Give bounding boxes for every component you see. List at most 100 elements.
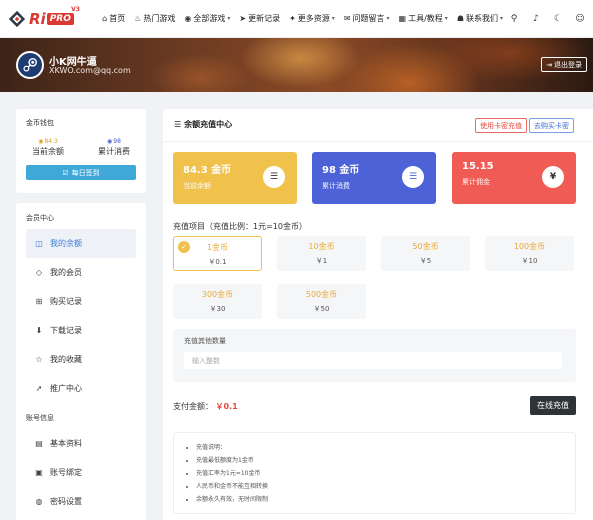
coins-icon: ☰: [174, 120, 182, 129]
yen-icon: ¥: [542, 166, 564, 188]
nav-item[interactable]: ✉ 问题留言 ▾: [344, 13, 390, 24]
wallet-title: 金币钱包: [26, 119, 54, 127]
recharge-option[interactable]: 50金币 ￥5: [381, 236, 470, 271]
coin-icon: ◉: [107, 138, 113, 145]
nav-item[interactable]: ◉ 全部游戏 ▾: [184, 13, 230, 24]
spent-card: 98 金币 累计消费 ☰: [312, 152, 436, 204]
note-item: 余额永久有效，无时间限制: [196, 493, 563, 506]
fire-icon: ♨: [134, 14, 142, 23]
custom-amount-label: 充值其他数量: [184, 337, 226, 345]
custom-amount-input[interactable]: [184, 352, 562, 369]
custom-amount-box: 充值其他数量: [173, 329, 576, 382]
logo-mark-icon: [8, 10, 26, 27]
recharge-panel: ☰ 余额充值中心 使用卡密充值 去购买卡密 84.3 金币 当前余额 ☰ 98 …: [163, 109, 593, 520]
account-info-title: 账号信息: [26, 414, 54, 422]
wallet-balance: ◉ 84.3 当前余额: [32, 138, 64, 156]
tools-icon: ▦: [398, 14, 407, 23]
gamepad-icon: ◉: [184, 14, 192, 23]
lock-icon: ◍: [35, 497, 43, 506]
buy-card-code-button[interactable]: 去购买卡密: [529, 118, 574, 133]
note-item: 充值汇率为1元=10金币: [196, 467, 563, 480]
sidebar-item[interactable]: ☆ 我的收藏: [26, 345, 136, 374]
recharge-option[interactable]: 300金币 ￥30: [173, 284, 262, 319]
coins-icon: ☰: [263, 166, 285, 188]
contact-icon: ☗: [456, 14, 464, 23]
wallet-spent: ◉ 98 累计消费: [98, 138, 130, 156]
sidebar-item[interactable]: ◍ 密码设置: [26, 487, 136, 516]
send-icon: ➤: [239, 14, 247, 23]
sidebar-item[interactable]: ▣ 账号绑定: [26, 458, 136, 487]
moon-icon[interactable]: ☾: [553, 14, 563, 24]
chevron-down-icon: ▾: [499, 15, 503, 22]
sidebar-item[interactable]: ⊞ 购买记录: [26, 287, 136, 316]
recharge-option[interactable]: 500金币 ￥50: [277, 284, 366, 319]
sidebar-item[interactable]: ◇ 我的会员: [26, 258, 136, 287]
divider: [163, 141, 593, 142]
steam-avatar-icon: [23, 57, 38, 72]
home-icon: ⌂: [102, 14, 108, 23]
balance-card: 84.3 金币 当前余额 ☰: [173, 152, 297, 204]
user-icon[interactable]: ☺: [575, 14, 585, 24]
member-center-title: 会员中心: [26, 214, 54, 222]
logout-icon: ⇥: [546, 60, 552, 69]
avatar[interactable]: [16, 51, 44, 79]
coins-icon: ☰: [402, 166, 424, 188]
nav-item[interactable]: ☗ 联系我们 ▾: [457, 13, 503, 24]
chevron-down-icon: ▾: [331, 15, 335, 22]
sidebar-item[interactable]: ▤ 基本资料: [26, 429, 136, 458]
nav-item[interactable]: ♨ 热门游戏: [134, 13, 175, 24]
logo-badge: PRO V3: [46, 5, 81, 25]
recharge-option[interactable]: 10金币 ￥1: [277, 236, 366, 271]
nav-item[interactable]: ⌂ 首页: [102, 13, 125, 24]
note-item: 人民币和金币不能互相转换: [196, 480, 563, 493]
chevron-down-icon: ▾: [227, 15, 231, 22]
message-icon: ✉: [343, 14, 351, 23]
nav-item[interactable]: ▦ 工具/教程 ▾: [399, 13, 448, 24]
note-item: 充值最低额度为1金币: [196, 454, 563, 467]
sidebar: 会员中心 ◫ 我的余额 ◇ 我的会员 ⊞ 购买记录 ⬇ 下载记录 ☆ 我的收藏 ➚ 推广中心 账号信息…: [16, 203, 146, 520]
pay-amount: ￥0.1: [215, 402, 238, 411]
recharge-rate-label: 充值项目（充值比例：1元=10金币）: [173, 222, 307, 231]
share-icon: ➚: [35, 384, 43, 393]
recharge-option[interactable]: ✓ 1金币 ￥0.1: [173, 236, 262, 271]
id-card-icon: ▤: [35, 439, 43, 448]
daily-signin-button[interactable]: ☑ 每日签到: [26, 165, 136, 180]
coin-icon: ◉: [38, 138, 44, 145]
link-icon: ▣: [35, 468, 43, 477]
chevron-down-icon: ▾: [386, 15, 390, 22]
check-icon: ✓: [178, 241, 190, 253]
nav-tools: ⚲ ♪ ☾ ☺: [509, 14, 585, 24]
card-code-recharge-button[interactable]: 使用卡密充值: [475, 118, 527, 133]
site-logo[interactable]: Ri PRO V3: [8, 5, 97, 28]
download-icon: ⬇: [35, 326, 43, 335]
sidebar-item[interactable]: ⬇ 下载记录: [26, 316, 136, 345]
online-recharge-button[interactable]: 在线充值: [530, 396, 576, 415]
recharge-option[interactable]: 100金币 ￥10: [485, 236, 574, 271]
recharge-notes: 充值说明：充值最低额度为1金币充值汇率为1元=10金币人民币和金币不能互相转换余…: [173, 432, 576, 514]
resource-icon: ✦: [289, 14, 296, 23]
wallet-panel: 金币钱包 ◉ 84.3 当前余额 ◉ 98 累计消费 ☑ 每日签到: [16, 109, 146, 193]
diamond-icon: ◇: [35, 268, 43, 277]
logo-version: V3: [70, 5, 81, 13]
nav-item[interactable]: ➤ 更新记录: [239, 13, 280, 24]
profile-banner: 小K网牛逼 XKWO.com@qq.com ⇥ 退出登录: [0, 38, 593, 92]
chevron-down-icon: ▾: [444, 15, 448, 22]
page-title: ☰ 余额充值中心: [174, 120, 233, 129]
note-item: 充值说明：: [196, 441, 563, 454]
logout-button[interactable]: ⇥ 退出登录: [541, 57, 587, 72]
calendar-check-icon: ☑: [62, 168, 69, 177]
commission-card: 15.15 累计佣金 ¥: [452, 152, 576, 204]
star-icon: ☆: [35, 355, 43, 364]
cart-icon: ⊞: [35, 297, 43, 306]
wallet-icon: ◫: [35, 239, 43, 248]
sidebar-item[interactable]: ◫ 我的余额: [26, 229, 136, 258]
bell-icon[interactable]: ♪: [531, 14, 541, 24]
top-nav: Ri PRO V3 ⌂ 首页 ♨ 热门游戏 ◉ 全部游戏 ▾ ➤ 更新记录 ✦ 更多资源 ▾ ✉ 问题留言 ▾…: [0, 0, 593, 38]
nav-item[interactable]: ✦ 更多资源 ▾: [289, 13, 335, 24]
user-email: XKWO.com@qq.com: [49, 66, 131, 75]
search-icon[interactable]: ⚲: [509, 14, 519, 24]
pay-amount-row: 支付金额： ￥0.1: [173, 402, 238, 411]
sidebar-item[interactable]: ➚ 推广中心: [26, 374, 136, 403]
main-menu: ⌂ 首页 ♨ 热门游戏 ◉ 全部游戏 ▾ ➤ 更新记录 ✦ 更多资源 ▾ ✉ 问题留言 ▾ ▦ 工具/教程 ▾ ☗ 联…: [102, 13, 503, 24]
logo-text: Ri: [29, 9, 46, 28]
